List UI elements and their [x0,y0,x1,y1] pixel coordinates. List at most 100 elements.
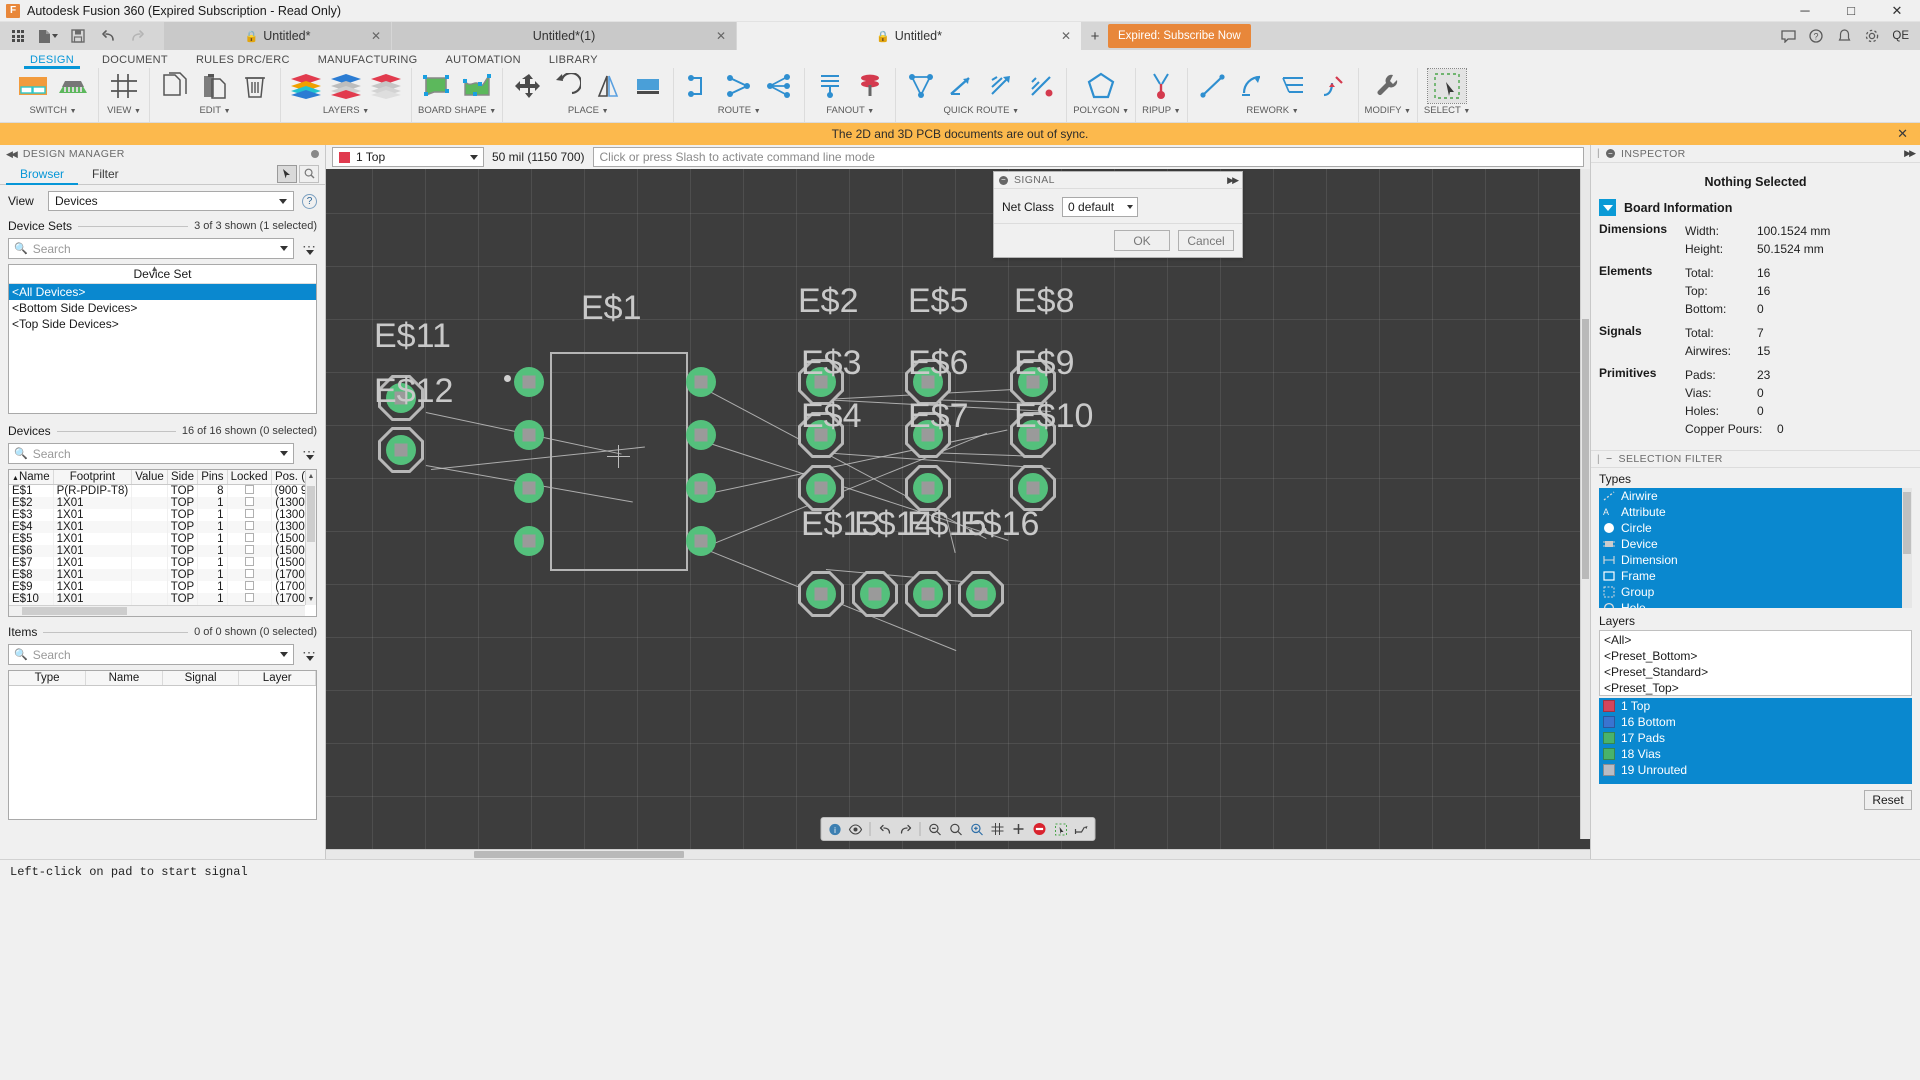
device-sets-column-header[interactable]: ▲ Device Set [9,265,316,284]
zoom-fit-icon[interactable] [947,820,965,838]
devices-menu-button[interactable]: ⋯ [302,447,325,460]
layer-display-icon[interactable] [367,69,405,103]
delete-icon[interactable] [236,69,274,103]
collapse-dialog-icon[interactable]: − [999,176,1008,185]
maximize-button[interactable]: □ [1828,0,1874,22]
device-sets-search-input[interactable]: 🔍 Search [8,238,294,259]
list-item[interactable]: 19 Unrouted [1599,762,1912,778]
table-row[interactable]: E$71X01TOP1(1500 9... [9,557,317,569]
ok-button[interactable]: OK [1114,230,1170,251]
view-select[interactable]: Devices [48,191,294,211]
col-name[interactable]: ▲Name [9,470,53,485]
layer-settings-icon[interactable] [287,69,325,103]
list-item[interactable]: <Top Side Devices> [9,316,316,332]
pad-e1-5[interactable] [686,367,716,397]
close-warning-icon[interactable]: ✕ [1897,126,1908,142]
settings-icon[interactable] [1859,23,1885,49]
add-icon[interactable] [1010,820,1028,838]
table-row[interactable]: E$81X01TOP1(1700 1... [9,569,317,581]
pad-e10[interactable] [1018,473,1048,503]
ripup-icon[interactable] [1142,69,1180,103]
col-signal[interactable]: Signal [162,671,239,686]
col-pins[interactable]: Pins [198,470,227,485]
locked-checkbox[interactable] [245,545,254,554]
scroll-down-icon[interactable]: ▼ [306,593,316,605]
device-sets-menu-button[interactable]: ⋯ [302,242,325,255]
pad-e1-2[interactable] [514,420,544,450]
layer-stack-icon[interactable] [327,69,365,103]
scrollbar-thumb[interactable] [1903,492,1911,554]
undo-icon[interactable] [94,23,122,49]
route-selected-icon[interactable] [1022,69,1060,103]
close-tab-icon[interactable]: ✕ [371,29,381,43]
pad-e15[interactable] [913,579,943,609]
polygon-pour-icon[interactable] [1082,69,1120,103]
switch-to-schematic-icon[interactable] [14,69,52,103]
visibility-icon[interactable] [847,820,865,838]
document-tab-1[interactable]: 🔒 Untitled* ✕ [164,22,392,50]
list-item[interactable]: Dimension [1599,552,1912,568]
locked-checkbox[interactable] [245,593,254,602]
device-sets-list[interactable]: ▲ Device Set <All Devices> <Bottom Side … [8,264,317,414]
wrench-icon[interactable] [1369,69,1407,103]
table-row[interactable]: E$61X01TOP1(1500 1... [9,545,317,557]
canvas-horizontal-scrollbar[interactable] [326,849,1590,859]
route-net-icon[interactable] [720,69,758,103]
scrollbar-thumb[interactable] [474,851,684,858]
col-footprint[interactable]: Footprint [53,470,132,485]
pad-e1-8[interactable] [686,526,716,556]
new-tab-button[interactable]: + [1082,22,1108,50]
list-item[interactable]: Frame [1599,568,1912,584]
select-area-icon[interactable] [1052,820,1070,838]
types-scrollbar[interactable] [1902,488,1912,608]
route-airwire-icon[interactable] [760,69,798,103]
pad-e1-7[interactable] [686,473,716,503]
selection-filter-types-list[interactable]: Airwire AAttribute Circle Device Dimensi… [1599,488,1912,608]
help-icon[interactable]: ? [302,194,317,209]
layers-list[interactable]: 1 Top 16 Bottom 17 Pads 18 Vias 19 Unrou… [1599,698,1912,784]
board-outline-icon[interactable] [418,69,456,103]
list-item[interactable]: 18 Vias [1599,746,1912,762]
close-button[interactable]: ✕ [1874,0,1920,22]
collapse-panel-icon[interactable]: ◀◀ [6,149,16,160]
pad-e1-6[interactable] [686,420,716,450]
list-item[interactable]: 17 Pads [1599,730,1912,746]
measure-icon[interactable] [1073,820,1091,838]
locked-checkbox[interactable] [245,581,254,590]
col-layer[interactable]: Layer [239,671,316,686]
expand-inspector-icon[interactable]: ▶▶ [1904,148,1914,159]
table-row[interactable]: E$51X01TOP1(1500 1... [9,533,317,545]
board-profile-icon[interactable] [458,69,496,103]
zoom-in-icon[interactable] [968,820,986,838]
mirror-icon[interactable] [589,69,627,103]
switch-to-3d-pcb-icon[interactable] [54,69,92,103]
panel-menu-icon[interactable] [311,150,319,158]
net-class-select[interactable]: 0 default [1062,197,1138,217]
list-item[interactable]: Hole [1599,600,1912,608]
list-item[interactable]: AAttribute [1599,504,1912,520]
fanout-via-icon[interactable] [811,69,849,103]
tab-browser[interactable]: Browser [6,163,78,184]
table-row[interactable]: E$31X01TOP1(1300 1... [9,509,317,521]
align-icon[interactable] [629,69,667,103]
stop-icon[interactable] [1031,820,1049,838]
list-item[interactable]: <Preset_Top> [1604,680,1907,696]
canvas-vertical-scrollbar[interactable] [1580,169,1590,839]
locked-checkbox[interactable] [245,533,254,542]
component-outline-e1[interactable] [550,352,688,571]
table-row[interactable]: E$91X01TOP1(1700 1... [9,581,317,593]
rework-bend-icon[interactable] [1234,69,1272,103]
collapse-inspector-icon[interactable]: − [1606,149,1615,158]
info-icon[interactable]: i [826,820,844,838]
route-trace-icon[interactable] [680,69,718,103]
devices-vertical-scrollbar[interactable]: ▲ ▼ [305,470,316,605]
ribbon-tab-library[interactable]: LIBRARY [535,54,612,68]
col-type[interactable]: Type [9,671,86,686]
ribbon-tab-document[interactable]: DOCUMENT [88,54,182,68]
expand-collapse-icon[interactable] [1599,199,1616,216]
col-side[interactable]: Side [167,470,197,485]
document-tab-3[interactable]: 🔒 Untitled* ✕ [737,22,1082,50]
list-item[interactable]: Device [1599,536,1912,552]
zoom-mode-icon[interactable] [299,165,319,183]
list-item[interactable]: 1 Top [1599,698,1912,714]
